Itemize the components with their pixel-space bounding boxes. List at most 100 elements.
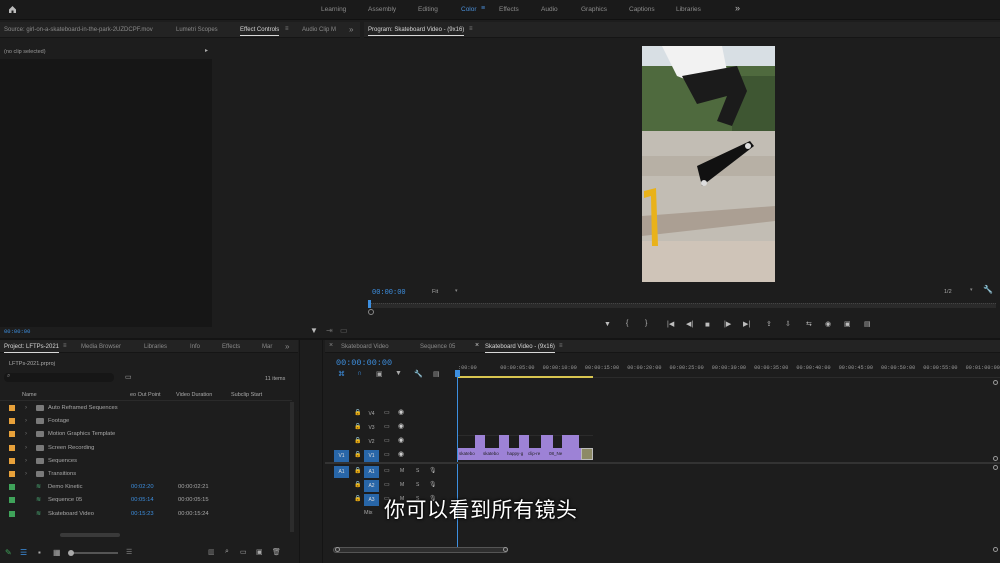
label-color-swatch[interactable]: [9, 471, 15, 477]
source-patch-a1[interactable]: A1: [334, 466, 349, 478]
list-item[interactable]: › Footage: [0, 415, 295, 428]
col-subclip-start[interactable]: Subclip Start: [231, 392, 262, 398]
tab-source[interactable]: Source: girl-on-a-skateboard-in-the-park…: [4, 27, 153, 33]
project-menu-icon[interactable]: ≡: [63, 343, 67, 349]
nest-icon[interactable]: ⌘: [338, 370, 345, 378]
more-workspaces-icon[interactable]: »: [735, 3, 740, 13]
find-icon[interactable]: ⌕: [225, 548, 229, 556]
lock-icon[interactable]: 🔒: [354, 451, 361, 458]
solo-button[interactable]: S: [416, 482, 419, 488]
camera-icon[interactable]: ◉: [825, 320, 831, 328]
tab-libraries[interactable]: Libraries: [144, 344, 167, 350]
close-active-tab-icon[interactable]: ×: [475, 342, 479, 349]
workspace-menu-icon[interactable]: ≡: [481, 5, 485, 12]
track-label[interactable]: V2: [364, 436, 379, 448]
tab-effects[interactable]: Effects: [222, 344, 240, 350]
safe-margins-icon[interactable]: ▤: [864, 320, 871, 328]
track-divider[interactable]: [325, 462, 1000, 464]
playhead-marker[interactable]: [368, 300, 371, 308]
tab-markers[interactable]: Mar: [262, 344, 272, 350]
export-frame-icon[interactable]: ⇥: [326, 326, 333, 335]
go-to-out-icon[interactable]: ▶|: [743, 320, 750, 328]
more-tabs-icon[interactable]: »: [349, 25, 353, 34]
horizontal-scrollbar[interactable]: [60, 533, 120, 537]
eye-icon[interactable]: ◉: [398, 436, 404, 444]
source-patch-v1[interactable]: V1: [334, 450, 349, 462]
search-input[interactable]: ⌕: [4, 373, 114, 382]
source-timecode[interactable]: 00:00:00: [4, 328, 30, 335]
zoom-handle[interactable]: [368, 309, 374, 315]
list-item[interactable]: › Auto Reframed Sequences: [0, 402, 295, 415]
comparison-icon[interactable]: ▣: [844, 320, 851, 328]
col-out-point[interactable]: eo Out Point: [130, 392, 161, 398]
label-color-swatch[interactable]: [9, 431, 15, 438]
captions-icon[interactable]: ▤: [433, 370, 440, 378]
list-item[interactable]: › Motion Graphics Template: [0, 428, 295, 441]
new-bin-bottom-icon[interactable]: ▭: [240, 548, 247, 556]
sync-lock-icon[interactable]: ▭: [384, 467, 390, 474]
microphone-icon[interactable]: 🎙: [429, 467, 437, 474]
eye-icon[interactable]: ◉: [398, 422, 404, 430]
step-forward-icon[interactable]: |▶: [724, 320, 731, 328]
new-item-icon[interactable]: ▣: [256, 548, 263, 556]
tab-media-browser[interactable]: Media Browser: [81, 344, 121, 350]
work-area-bar[interactable]: [458, 376, 593, 378]
label-color-swatch[interactable]: [9, 418, 15, 425]
list-item[interactable]: › Transitions: [0, 468, 295, 481]
timeline-menu-icon[interactable]: ≡: [559, 343, 563, 349]
label-color-swatch[interactable]: [9, 497, 15, 504]
mark-out-icon[interactable]: }: [645, 320, 647, 327]
program-timecode[interactable]: 00:00:00: [372, 289, 406, 297]
workspace-editing[interactable]: Editing: [418, 6, 438, 13]
program-menu-icon[interactable]: ≡: [469, 26, 473, 32]
sync-lock-icon[interactable]: ▭: [384, 481, 390, 488]
track-label[interactable]: V1: [364, 450, 379, 462]
track-label[interactable]: V3: [364, 422, 379, 434]
home-icon[interactable]: [8, 5, 17, 14]
label-color-swatch[interactable]: [9, 484, 15, 491]
timeline-h-scrollbar[interactable]: [333, 547, 508, 553]
close-tab-icon[interactable]: ×: [329, 342, 333, 349]
list-item[interactable]: ≋ Demo Kinetic 00:02:20 00:00:02:21: [0, 481, 295, 494]
v-scroll-handle-1[interactable]: [993, 380, 998, 385]
program-scrubber[interactable]: [368, 303, 996, 308]
sync-lock-icon[interactable]: ▭: [384, 409, 390, 416]
expand-chevron-icon[interactable]: ›: [25, 431, 27, 437]
workspace-libraries[interactable]: Libraries: [676, 6, 701, 13]
add-marker-timeline-icon[interactable]: ▼: [395, 370, 402, 377]
tab-sequence-05[interactable]: Sequence 05: [420, 344, 455, 350]
lock-icon[interactable]: 🔒: [354, 481, 361, 488]
sync-lock-icon[interactable]: ▭: [384, 423, 390, 430]
mark-in-icon[interactable]: {: [626, 320, 628, 327]
automate-icon[interactable]: ▥: [208, 548, 215, 556]
add-marker-icon[interactable]: ▼: [604, 321, 611, 328]
label-color-swatch[interactable]: [9, 457, 15, 464]
lock-icon[interactable]: 🔒: [354, 467, 361, 474]
tab-audio-clip-mixer[interactable]: Audio Clip M: [302, 27, 336, 33]
timeline-timecode[interactable]: 00:00:00:00: [336, 358, 392, 368]
col-video-duration[interactable]: Video Duration: [176, 392, 212, 398]
lock-icon[interactable]: 🔒: [354, 495, 361, 502]
zoom-slider-handle[interactable]: [68, 550, 74, 556]
snap-icon[interactable]: ∩: [357, 370, 362, 377]
step-back-icon[interactable]: ◀|: [686, 320, 693, 328]
col-name[interactable]: Name: [22, 392, 37, 398]
label-color-swatch[interactable]: [9, 444, 15, 451]
resolution-chevron-icon[interactable]: ▾: [970, 287, 973, 293]
v-scroll-handle-4[interactable]: [993, 547, 998, 552]
expand-chevron-icon[interactable]: ›: [25, 471, 27, 477]
zoom-slider[interactable]: [68, 550, 118, 556]
workspace-audio[interactable]: Audio: [541, 6, 558, 13]
track-label[interactable]: A1: [364, 466, 379, 478]
track-label[interactable]: A2: [364, 480, 379, 492]
expand-chevron-icon[interactable]: ›: [25, 445, 27, 451]
list-item[interactable]: › Screen Recording: [0, 442, 295, 455]
scroll-handle-right[interactable]: [503, 547, 508, 552]
mute-button[interactable]: M: [400, 468, 404, 474]
stop-icon[interactable]: ■: [705, 320, 710, 329]
mute-button[interactable]: M: [400, 482, 404, 488]
list-item[interactable]: ≋ Sequence 05 00:05:14 00:00:05:15: [0, 494, 295, 507]
sort-icon[interactable]: ☰: [126, 548, 132, 556]
lock-icon[interactable]: 🔒: [354, 423, 361, 430]
list-item[interactable]: › Sequences: [0, 455, 295, 468]
